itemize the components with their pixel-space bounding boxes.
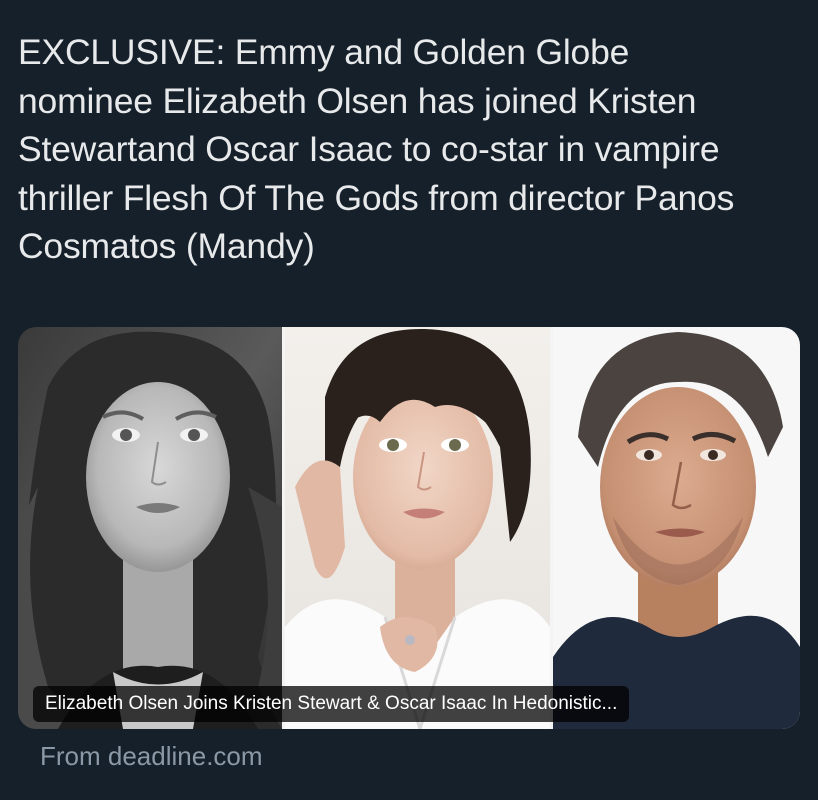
image-divider — [550, 327, 553, 729]
tweet-text: EXCLUSIVE: Emmy and Golden Globe nominee… — [18, 32, 735, 266]
card-image[interactable] — [18, 327, 800, 729]
link-preview-card[interactable]: Elizabeth Olsen Joins Kristen Stewart & … — [18, 327, 800, 729]
link-source[interactable]: From deadline.com — [40, 740, 263, 772]
photo-kristen-stewart — [285, 327, 550, 729]
image-divider — [282, 327, 285, 729]
photo-elizabeth-olsen — [18, 327, 282, 729]
photo-oscar-isaac — [553, 327, 800, 729]
card-headline[interactable]: Elizabeth Olsen Joins Kristen Stewart & … — [33, 686, 630, 722]
